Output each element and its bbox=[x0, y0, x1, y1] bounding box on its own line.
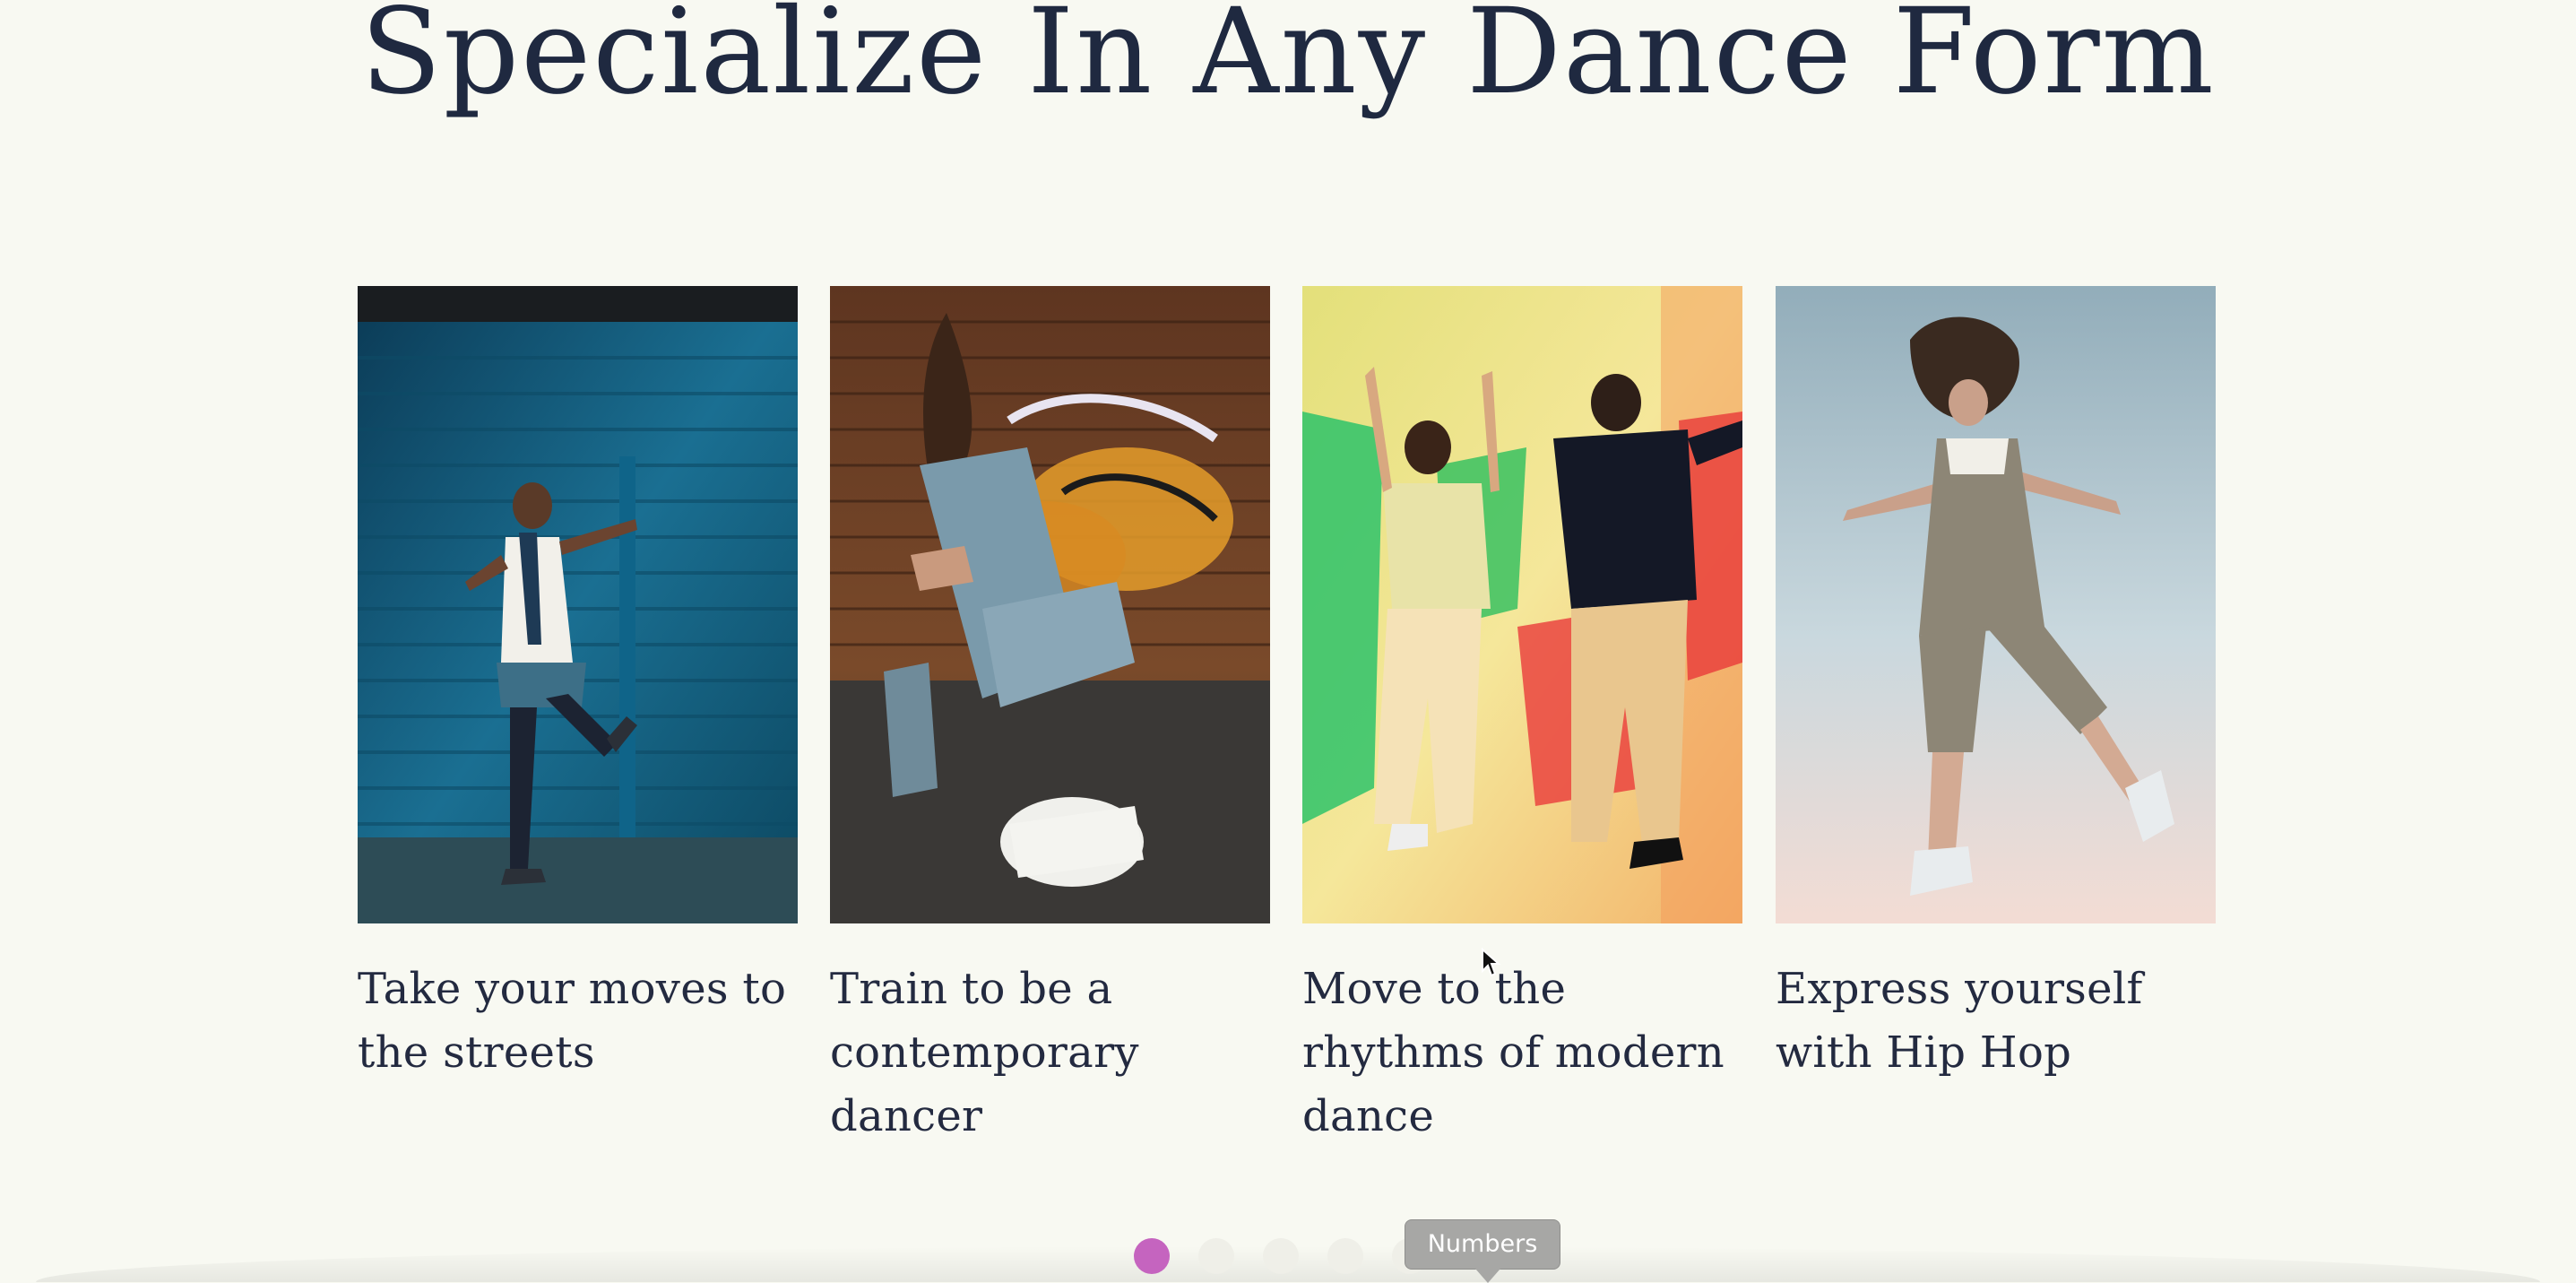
card-caption: Take your moves to the streets bbox=[358, 964, 787, 1078]
mouse-cursor-icon bbox=[1482, 948, 1500, 977]
dance-card-modern[interactable]: Move to the rhythms of modern dance bbox=[1302, 286, 1742, 1149]
carousel-pagination bbox=[1134, 1238, 1428, 1274]
carousel-dot-1[interactable] bbox=[1134, 1238, 1170, 1274]
street-dancer-image[interactable] bbox=[358, 286, 798, 923]
card-caption: Train to be a contemporary dancer bbox=[830, 964, 1139, 1141]
dance-card-contemporary[interactable]: Train to be a contemporary dancer bbox=[830, 286, 1270, 1149]
contemporary-dancer-image[interactable] bbox=[830, 286, 1270, 923]
modern-dance-duo-image[interactable] bbox=[1302, 286, 1742, 923]
tooltip: Numbers bbox=[1405, 1219, 1560, 1283]
carousel-dot-3[interactable] bbox=[1263, 1238, 1299, 1274]
dance-card-street[interactable]: Take your moves to the streets bbox=[358, 286, 798, 1085]
carousel-dot-2[interactable] bbox=[1198, 1238, 1234, 1274]
section-title: Specialize In Any Dance Form bbox=[360, 0, 2216, 121]
carousel-dot-4[interactable] bbox=[1327, 1238, 1363, 1274]
hip-hop-jump-image[interactable] bbox=[1776, 286, 2216, 923]
card-caption: Move to the rhythms of modern dance bbox=[1302, 964, 1725, 1141]
card-caption: Express yourself with Hip Hop bbox=[1776, 964, 2143, 1078]
dance-card-hiphop[interactable]: Express yourself with Hip Hop bbox=[1776, 286, 2216, 1085]
